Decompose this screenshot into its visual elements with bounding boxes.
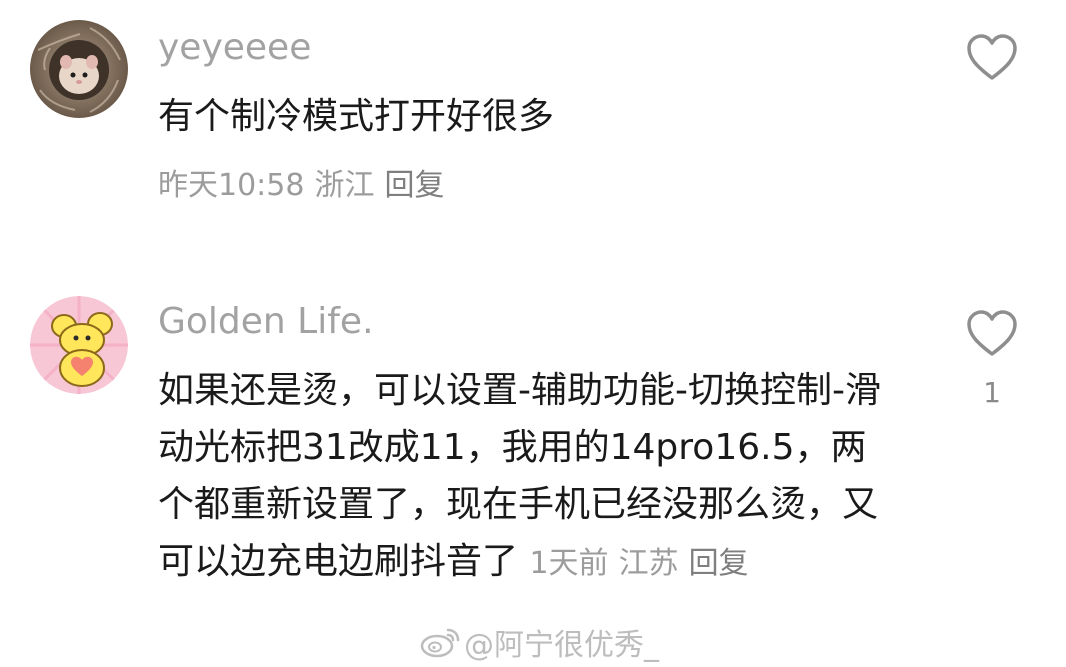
avatar[interactable] [30, 20, 128, 118]
comment-location: 江苏 [618, 546, 679, 581]
avatar[interactable] [30, 296, 128, 394]
comment-meta: 昨天10:58 浙江 回复 [158, 160, 454, 204]
comment-text-content: 如果还是烫，可以设置-辅助功能-切换控制-滑动光标把31改成11，我用的14pr… [158, 370, 881, 582]
comment-time: 昨天10:58 [158, 168, 305, 203]
comment-item: yeyeeee 有个制冷模式打开好很多 昨天10:58 浙江 回复 [0, 0, 1066, 250]
comment-meta: 1天前 江苏 回复 [529, 546, 758, 581]
comment-text: 如果还是烫，可以设置-辅助功能-切换控制-滑动光标把31改成11，我用的14pr… [158, 362, 898, 592]
comment-item: Golden Life. 如果还是烫，可以设置-辅助功能-切换控制-滑动光标把3… [0, 280, 1066, 667]
heart-outline-icon [967, 34, 1017, 80]
reply-button[interactable]: 回复 [689, 546, 749, 581]
comment-location: 浙江 [314, 168, 375, 203]
comment-text-content: 有个制冷模式打开好很多 [158, 96, 555, 137]
watermark: @阿宁很优秀_ [420, 622, 659, 663]
watermark-text: @阿宁很优秀_ [464, 628, 659, 663]
username[interactable]: Golden Life. [158, 300, 374, 344]
like-count: 1 [983, 376, 1001, 409]
comment-text: 有个制冷模式打开好很多 [158, 88, 898, 145]
reply-button[interactable]: 回复 [384, 168, 444, 203]
cartoon-mouse-avatar-icon [30, 296, 128, 394]
like-button[interactable] [966, 34, 1018, 82]
heart-outline-icon [967, 310, 1017, 356]
like-button[interactable] [966, 310, 1018, 358]
comment-time: 1天前 [529, 546, 609, 581]
hamster-avatar-icon [30, 20, 128, 118]
weibo-logo-icon [420, 628, 460, 658]
username[interactable]: yeyeeee [158, 26, 311, 70]
